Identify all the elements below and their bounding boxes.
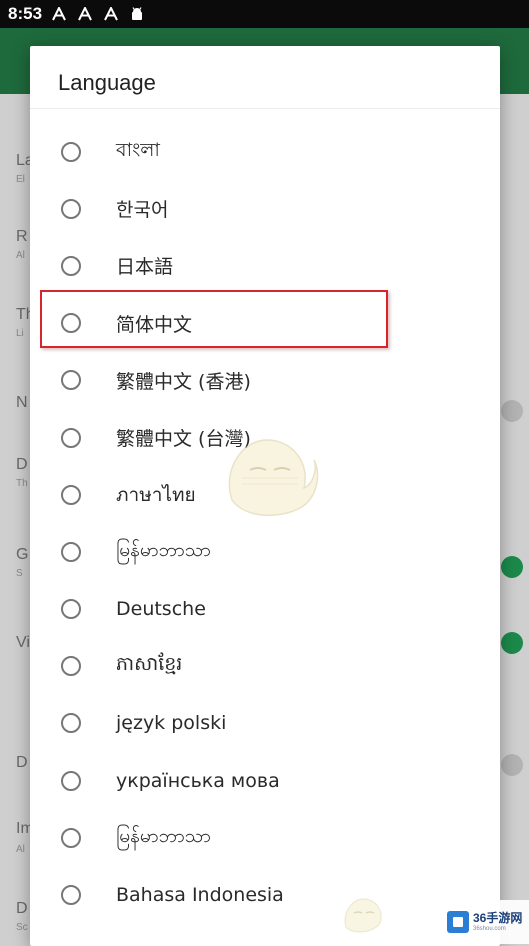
- language-option[interactable]: ភាសាខ្មែរ: [30, 638, 500, 695]
- radio-button[interactable]: [61, 427, 81, 448]
- language-option-label: မြန်မာဘာသာ: [116, 538, 211, 561]
- language-option-label: 한국어: [116, 199, 169, 222]
- a-notification-icon: [52, 7, 66, 21]
- status-icons: [52, 7, 144, 21]
- language-option[interactable]: မြန်မာဘာသာ: [30, 523, 500, 580]
- radio-button[interactable]: [61, 541, 81, 562]
- language-option[interactable]: Deutsche: [30, 581, 500, 638]
- language-option[interactable]: українська мова: [30, 752, 500, 809]
- dialog-title: Language: [58, 70, 156, 95]
- language-option-label: မြန်မာဘာသာ: [116, 824, 211, 847]
- bg-setting-label: D: [16, 900, 28, 917]
- radio-button[interactable]: [61, 656, 81, 677]
- android-icon: [132, 7, 143, 20]
- mascot-watermark-icon: [228, 439, 319, 517]
- status-bar: 8:53: [0, 0, 529, 28]
- a-notification-icon: [104, 7, 118, 21]
- bg-toggle: [501, 400, 523, 422]
- bg-setting-sub: S: [16, 568, 23, 579]
- bg-toggle: [501, 556, 523, 578]
- radio-button[interactable]: [61, 827, 81, 848]
- bg-toggle: [501, 632, 523, 654]
- bg-setting-label: G: [16, 546, 29, 563]
- bg-toggle: [501, 754, 523, 776]
- language-option-label: українська мова: [116, 769, 280, 792]
- language-option-label: Bahasa Indonesia: [116, 884, 284, 907]
- language-option-label: 繁體中文 (香港): [116, 370, 251, 393]
- language-options-list: বাংলা 한국어 日本語 简体中文 繁體中文 (香港) 繁體中文 (台灣) ภ…: [30, 123, 500, 924]
- radio-button[interactable]: [61, 885, 81, 906]
- bg-setting-sub: Th: [16, 478, 28, 489]
- watermark-site: 36shou.com: [473, 926, 506, 932]
- language-option-label: Deutsche: [116, 598, 206, 621]
- language-option[interactable]: 한국어: [30, 180, 500, 237]
- bg-setting-sub: Li: [16, 328, 24, 339]
- radio-button[interactable]: [61, 484, 81, 505]
- a-notification-icon: [78, 7, 92, 21]
- bg-setting-sub: Al: [16, 250, 25, 261]
- bg-setting-label: D: [16, 456, 28, 473]
- radio-button[interactable]: [61, 370, 81, 391]
- language-option-label: 日本語: [116, 256, 174, 279]
- status-time: 8:53: [8, 4, 43, 23]
- radio-button[interactable]: [61, 599, 81, 620]
- language-option[interactable]: 繁體中文 (香港): [30, 352, 500, 409]
- bg-setting-label: R: [16, 228, 28, 245]
- radio-button[interactable]: [61, 770, 81, 791]
- language-option-label: ภาษาไทย: [116, 483, 196, 506]
- bg-setting-sub: El: [16, 174, 25, 185]
- language-option-label: ភាសាខ្មែរ: [116, 653, 183, 676]
- language-option[interactable]: język polski: [30, 695, 500, 752]
- cube-icon: [447, 911, 469, 933]
- language-option[interactable]: বাংলা: [30, 123, 500, 180]
- watermark-brand: 36手游网: [473, 911, 523, 925]
- mascot-watermark-icon: [344, 898, 382, 933]
- site-logo-watermark: 36手游网 36shou.com: [441, 900, 529, 944]
- language-option[interactable]: မြန်မာဘာသာ: [30, 809, 500, 866]
- bg-setting-sub: Sc: [16, 922, 28, 933]
- bg-setting-sub: Al: [16, 844, 25, 855]
- radio-button[interactable]: [61, 713, 81, 734]
- radio-button[interactable]: [61, 255, 81, 276]
- radio-button[interactable]: [61, 198, 81, 219]
- bg-setting-label: N: [16, 394, 28, 411]
- language-option[interactable]: Bahasa Indonesia: [30, 866, 500, 923]
- bg-setting-label: Vi: [16, 634, 30, 651]
- bg-setting-label: D: [16, 754, 28, 771]
- language-option[interactable]: 日本語: [30, 237, 500, 294]
- language-option-label: বাংলা: [116, 138, 160, 161]
- radio-button[interactable]: [61, 141, 81, 162]
- dialog-divider: [30, 108, 500, 109]
- language-option-label: język polski: [116, 712, 227, 735]
- highlight-box: [40, 290, 388, 348]
